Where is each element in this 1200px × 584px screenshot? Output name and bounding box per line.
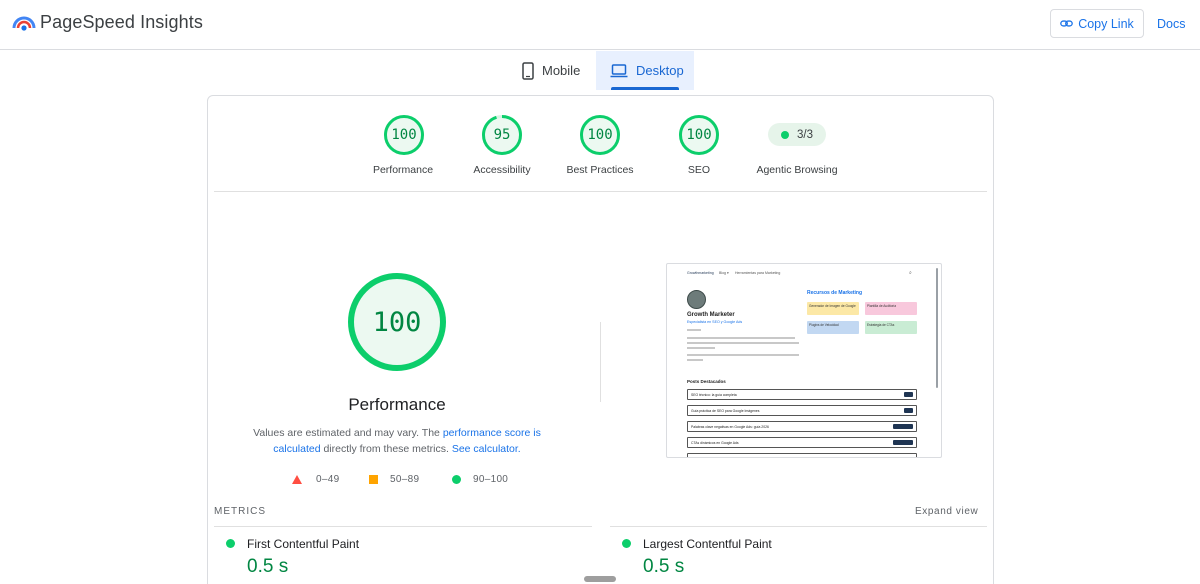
shot-nav-brand: Growthmarketing bbox=[687, 271, 714, 275]
expand-view-toggle[interactable]: Expand view bbox=[915, 506, 978, 517]
fcp-pass-icon bbox=[226, 539, 235, 548]
seo-label: SEO bbox=[687, 164, 711, 176]
brand-title[interactable]: PageSpeed Insights bbox=[40, 12, 203, 33]
average-square-icon bbox=[369, 475, 378, 484]
shot-text-line bbox=[687, 337, 795, 339]
legend-pass-range: 90–100 bbox=[473, 474, 509, 485]
shot-post-button bbox=[893, 424, 913, 429]
metrics-heading: METRICS bbox=[214, 506, 266, 517]
shot-post-item: Palabras clave negativas en Google Ads: … bbox=[687, 421, 917, 432]
copy-link-label: Copy Link bbox=[1078, 16, 1134, 31]
performance-heading: Performance bbox=[348, 395, 446, 414]
shot-post-item: Guía práctica de SEO para Google Imágene… bbox=[687, 405, 917, 416]
estimate-note: Values are estimated and may vary. The p… bbox=[247, 425, 547, 457]
legend-average-range: 50–89 bbox=[390, 474, 420, 485]
vertical-divider bbox=[600, 322, 601, 402]
shot-post-item: SEO técnico: la guía completa bbox=[687, 389, 917, 400]
page-screenshot[interactable]: Growthmarketing Blog ▾ Herramientas para… bbox=[666, 263, 942, 458]
see-calculator-link[interactable]: See calculator. bbox=[452, 443, 521, 455]
shot-text-line bbox=[687, 354, 799, 356]
laptop-icon bbox=[610, 63, 628, 77]
shot-resource-card: Estrategia de CTAs bbox=[865, 321, 917, 334]
tab-desktop[interactable]: Desktop bbox=[596, 51, 694, 90]
fcp-label: First Contentful Paint bbox=[247, 537, 360, 551]
legend-fail-range: 0–49 bbox=[316, 474, 340, 485]
accessibility-score: 95 bbox=[493, 127, 511, 143]
note-text-start: Values are estimated and may vary. The bbox=[253, 427, 443, 439]
phone-icon bbox=[522, 61, 534, 80]
shot-nav-blog: Blog ▾ bbox=[719, 271, 729, 275]
shot-post-button bbox=[893, 440, 913, 445]
pass-dot-icon bbox=[781, 130, 789, 139]
shot-posts-title: Posts Destacados bbox=[687, 379, 726, 384]
accessibility-gauge[interactable]: 95 bbox=[482, 115, 522, 155]
fcp-value: 0.5 s bbox=[247, 556, 289, 577]
copy-link-button[interactable]: Copy Link bbox=[1050, 9, 1144, 38]
shot-post-title: CTAs dinámicos en Google Ads bbox=[691, 441, 739, 445]
section-divider bbox=[214, 191, 987, 192]
legend-fail: 0–49 bbox=[292, 474, 339, 485]
performance-score: 100 bbox=[391, 127, 417, 143]
agentic-browsing-badge[interactable]: 3/3 bbox=[768, 123, 826, 146]
scroll-handle[interactable] bbox=[584, 576, 616, 582]
note-text-middle: directly from these metrics. bbox=[320, 443, 452, 455]
shot-post-item: CTAs dinámicos en Google Ads bbox=[687, 437, 917, 448]
shot-resource-card: Plugins de Velocidad bbox=[807, 321, 859, 334]
best-practices-gauge[interactable]: 100 bbox=[580, 115, 620, 155]
top-bar: PageSpeed Insights Copy Link Docs bbox=[0, 0, 1200, 50]
shot-post-title: SEO técnico: la guía completa bbox=[691, 393, 737, 397]
shot-post-button bbox=[904, 408, 913, 413]
pagespeed-logo-icon[interactable] bbox=[12, 12, 36, 34]
shot-avatar bbox=[687, 290, 706, 309]
performance-big-gauge: 100 bbox=[348, 273, 446, 371]
shot-post-button bbox=[904, 392, 913, 397]
docs-link[interactable]: Docs bbox=[1157, 17, 1185, 31]
shot-resource-card: Generador de Imagen de Google bbox=[807, 302, 859, 315]
shot-post-title: Guía práctica de SEO para Google Imágene… bbox=[691, 409, 760, 413]
tab-desktop-label: Desktop bbox=[636, 63, 684, 78]
shot-resources-title: Recursos de Marketing bbox=[807, 290, 863, 296]
lcp-pass-icon bbox=[622, 539, 631, 548]
seo-gauge[interactable]: 100 bbox=[679, 115, 719, 155]
shot-resource-card: Plantilla de Auditoría bbox=[865, 302, 917, 315]
shot-post-title: Palabras clave negativas en Google Ads: … bbox=[691, 425, 769, 429]
shot-nav-tools: Herramientas para Marketing bbox=[735, 271, 781, 275]
shot-text-line bbox=[687, 329, 701, 331]
performance-big-score: 100 bbox=[372, 306, 422, 338]
shot-post-item bbox=[687, 453, 917, 457]
metrics-divider bbox=[214, 526, 592, 527]
seo-score: 100 bbox=[686, 127, 712, 143]
shot-text-line bbox=[687, 347, 715, 349]
best-practices-label: Best Practices bbox=[566, 164, 634, 176]
tab-mobile[interactable]: Mobile bbox=[510, 51, 596, 90]
tab-mobile-label: Mobile bbox=[542, 63, 581, 78]
performance-gauge[interactable]: 100 bbox=[384, 115, 424, 155]
fail-triangle-icon bbox=[292, 475, 302, 484]
agentic-value: 3/3 bbox=[797, 128, 813, 141]
best-practices-score: 100 bbox=[587, 127, 613, 143]
shot-text-line bbox=[687, 342, 799, 344]
performance-label: Performance bbox=[372, 164, 434, 176]
pass-circle-icon bbox=[452, 475, 461, 484]
lcp-label: Largest Contentful Paint bbox=[643, 537, 772, 551]
metrics-divider bbox=[610, 526, 987, 527]
accessibility-label: Accessibility bbox=[473, 164, 531, 176]
legend-average: 50–89 bbox=[369, 474, 419, 485]
agentic-browsing-label: Agentic Browsing bbox=[756, 164, 838, 176]
link-icon bbox=[1060, 20, 1074, 27]
shot-search-icon: ⌕ bbox=[909, 270, 912, 276]
legend-pass: 90–100 bbox=[452, 474, 508, 485]
shot-text-line bbox=[687, 359, 703, 361]
screenshot-scrollbar bbox=[936, 268, 938, 388]
shot-subtitle: Especialista en SEO y Google Ads bbox=[687, 320, 743, 324]
shot-name: Growth Marketer bbox=[687, 312, 735, 318]
lcp-value: 0.5 s bbox=[643, 556, 685, 577]
